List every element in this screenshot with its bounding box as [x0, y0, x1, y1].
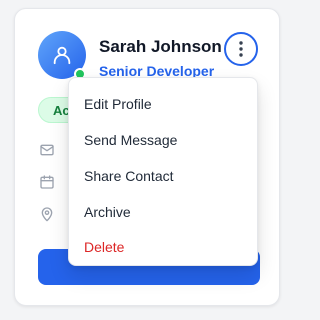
map-pin-icon — [38, 205, 56, 223]
options-dropdown-menu: Edit Profile Send Message Share Contact … — [68, 77, 258, 266]
menu-item-share-contact[interactable]: Share Contact — [69, 158, 257, 194]
more-vertical-icon — [239, 41, 243, 57]
menu-item-archive[interactable]: Archive — [69, 194, 257, 230]
user-icon — [51, 44, 73, 66]
profile-name: Sarah Johnson — [99, 37, 222, 56]
menu-item-edit-profile[interactable]: Edit Profile — [69, 86, 257, 122]
menu-item-send-message[interactable]: Send Message — [69, 122, 257, 158]
mail-icon — [38, 141, 56, 159]
menu-item-delete[interactable]: Delete — [69, 229, 257, 265]
calendar-icon — [38, 173, 56, 191]
more-options-button[interactable] — [224, 32, 258, 66]
